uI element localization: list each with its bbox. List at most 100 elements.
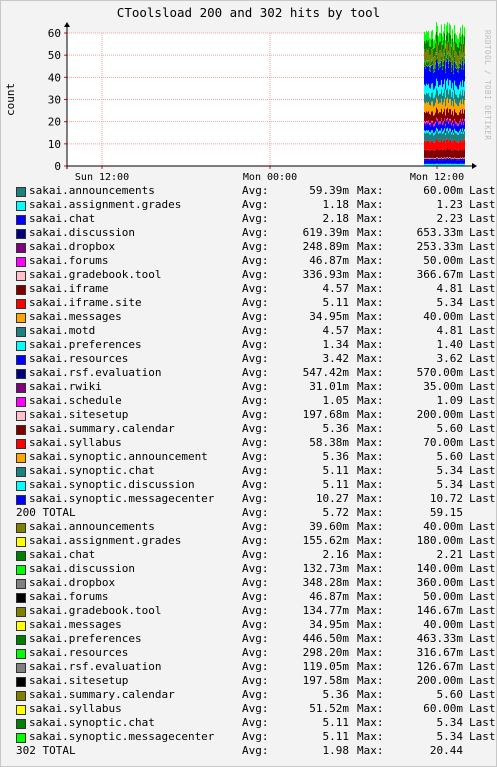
data-band-segment bbox=[463, 159, 464, 161]
data-band-segment bbox=[455, 63, 456, 68]
legend-avg-value: 2.16 bbox=[322, 548, 350, 561]
data-band-segment bbox=[436, 120, 437, 122]
data-band-segment bbox=[437, 57, 438, 58]
data-band-segment bbox=[427, 112, 428, 122]
data-band-segment bbox=[459, 62, 460, 64]
data-band-segment bbox=[433, 151, 434, 159]
data-band-segment bbox=[462, 121, 463, 123]
data-band-segment bbox=[430, 160, 431, 164]
data-band-segment bbox=[447, 130, 448, 139]
data-band-segment bbox=[446, 121, 447, 123]
data-band-segment bbox=[456, 125, 457, 132]
data-band-segment bbox=[426, 121, 427, 124]
data-band-segment bbox=[450, 121, 451, 123]
data-band-segment bbox=[440, 159, 441, 161]
data-band-segment bbox=[440, 93, 441, 103]
data-band-segment bbox=[436, 157, 437, 158]
legend-avg-label: Avg: bbox=[242, 590, 269, 603]
data-band-segment bbox=[462, 157, 463, 159]
data-band-segment bbox=[452, 157, 453, 159]
data-band-segment bbox=[448, 63, 449, 68]
legend-last-label: Last bbox=[469, 492, 496, 505]
data-band-segment bbox=[456, 43, 457, 53]
data-band-segment bbox=[464, 81, 465, 91]
legend-max-label: Max: bbox=[357, 310, 384, 323]
data-band-segment bbox=[461, 141, 462, 151]
data-band-segment bbox=[427, 60, 428, 61]
data-band-segment bbox=[424, 121, 425, 124]
data-band-segment bbox=[439, 63, 440, 68]
data-band-segment bbox=[446, 54, 447, 56]
data-band-segment bbox=[448, 42, 449, 52]
legend-series-name: sakai.iframe bbox=[29, 282, 109, 295]
data-band-segment bbox=[446, 35, 447, 45]
data-band-segment bbox=[433, 69, 434, 73]
data-band-segment bbox=[429, 142, 430, 151]
data-band-segment bbox=[427, 62, 428, 67]
legend-max-label: Max: bbox=[357, 520, 384, 533]
legend-series-name: sakai.rwiki bbox=[29, 380, 102, 393]
data-band-segment bbox=[443, 92, 444, 103]
data-band-segment bbox=[447, 148, 448, 158]
data-band-segment bbox=[439, 130, 440, 133]
data-band-segment bbox=[452, 101, 453, 111]
data-band-segment bbox=[458, 159, 459, 161]
data-band-segment bbox=[431, 158, 432, 161]
data-band-segment bbox=[440, 32, 441, 42]
data-band-segment bbox=[461, 64, 462, 65]
data-band-segment bbox=[426, 30, 427, 40]
legend-avg-value: 3.42 bbox=[322, 352, 350, 365]
data-band-segment bbox=[436, 121, 437, 128]
data-band-segment bbox=[455, 112, 456, 122]
data-band-segment bbox=[437, 159, 438, 164]
legend-swatch bbox=[16, 719, 26, 729]
data-band-segment bbox=[429, 126, 430, 132]
legend-max-value: 5.60 bbox=[436, 688, 464, 701]
legend-max-label: Max: bbox=[357, 198, 384, 211]
data-band-segment bbox=[435, 64, 436, 69]
data-band-segment bbox=[441, 121, 442, 129]
data-band-segment bbox=[448, 124, 449, 131]
data-band-segment bbox=[454, 61, 455, 81]
data-band-segment bbox=[456, 62, 457, 63]
data-band-segment bbox=[459, 133, 460, 142]
data-band-segment bbox=[457, 67, 458, 72]
legend-series-name: sakai.synoptic.announcement bbox=[29, 450, 208, 463]
data-band-segment bbox=[428, 123, 429, 124]
legend-max-value: 1.40 bbox=[436, 338, 464, 351]
data-band-segment bbox=[441, 53, 442, 55]
data-band-segment bbox=[425, 52, 426, 62]
legend-swatch bbox=[16, 243, 26, 253]
data-band-segment bbox=[446, 119, 447, 122]
legend-avg-label: Avg: bbox=[242, 674, 269, 687]
data-band-segment bbox=[431, 40, 432, 50]
data-band-segment bbox=[432, 132, 433, 141]
data-band-segment bbox=[454, 57, 455, 62]
data-band-segment bbox=[451, 123, 452, 126]
data-band-segment bbox=[432, 59, 433, 61]
data-band-segment bbox=[447, 120, 448, 122]
legend-last-label: Last bbox=[469, 520, 496, 533]
legend-last-label: Last bbox=[469, 282, 496, 295]
data-band-segment bbox=[449, 55, 450, 56]
legend-last-label: Last bbox=[469, 590, 496, 603]
legend-last-label: Last bbox=[469, 254, 496, 267]
data-band-segment bbox=[437, 158, 438, 160]
data-band-segment bbox=[443, 65, 444, 85]
legend-row: sakai.summary.calendar Avg: 5.36 Max: 5.60 La… bbox=[16, 688, 497, 702]
data-band-segment bbox=[429, 65, 430, 66]
data-band-segment bbox=[456, 133, 457, 142]
legend-series-name: 302 TOTAL bbox=[16, 744, 76, 757]
data-band-segment bbox=[441, 56, 442, 61]
legend-avg-label: Avg: bbox=[242, 576, 269, 589]
data-band-segment bbox=[457, 159, 458, 161]
legend-avg-label: Avg: bbox=[242, 534, 269, 547]
data-band-segment bbox=[455, 121, 456, 124]
legend-last-label: Last bbox=[469, 464, 496, 477]
data-band-segment bbox=[452, 92, 453, 102]
data-band-segment bbox=[436, 78, 437, 89]
legend-last-label: Last bbox=[469, 562, 496, 575]
data-band-segment bbox=[432, 123, 433, 125]
data-band-segment bbox=[458, 126, 459, 133]
data-band-segment bbox=[429, 66, 430, 67]
